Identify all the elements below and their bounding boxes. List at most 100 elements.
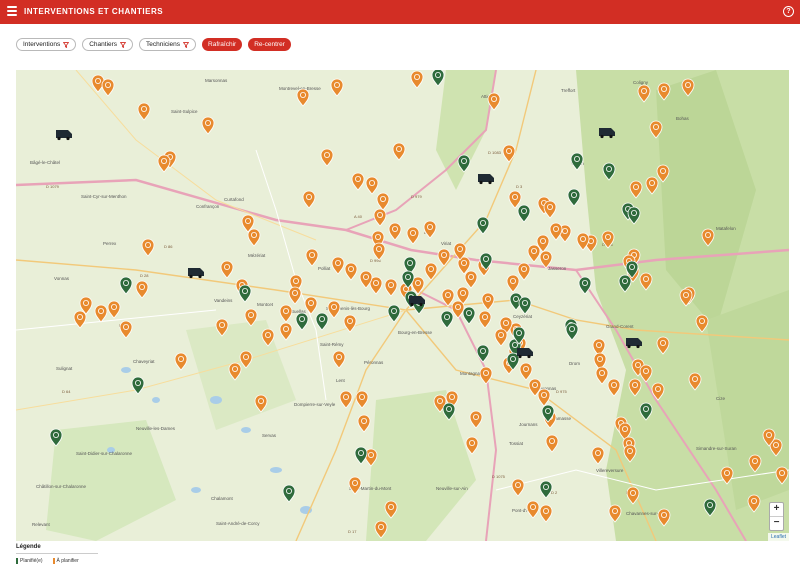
marker-to-plan[interactable] — [73, 310, 87, 329]
marker-to-plan[interactable] — [332, 350, 346, 369]
marker-planned[interactable] — [476, 216, 490, 235]
marker-planned[interactable] — [315, 312, 329, 331]
truck-icon[interactable] — [478, 174, 494, 185]
marker-to-plan[interactable] — [101, 78, 115, 97]
marker-to-plan[interactable] — [135, 280, 149, 299]
marker-planned[interactable] — [119, 276, 133, 295]
marker-to-plan[interactable] — [549, 222, 563, 241]
marker-to-plan[interactable] — [526, 500, 540, 519]
marker-to-plan[interactable] — [388, 222, 402, 241]
marker-to-plan[interactable] — [506, 274, 520, 293]
marker-planned[interactable] — [131, 376, 145, 395]
marker-planned[interactable] — [462, 306, 476, 325]
marker-planned[interactable] — [387, 304, 401, 323]
marker-to-plan[interactable] — [348, 476, 362, 495]
marker-to-plan[interactable] — [591, 446, 605, 465]
marker-planned[interactable] — [282, 484, 296, 503]
marker-to-plan[interactable] — [141, 238, 155, 257]
marker-to-plan[interactable] — [423, 220, 437, 239]
marker-to-plan[interactable] — [305, 248, 319, 267]
marker-planned[interactable] — [354, 446, 368, 465]
truck-icon[interactable] — [188, 268, 204, 279]
marker-to-plan[interactable] — [410, 70, 424, 89]
marker-to-plan[interactable] — [479, 366, 493, 385]
marker-to-plan[interactable] — [296, 88, 310, 107]
marker-to-plan[interactable] — [351, 172, 365, 191]
marker-to-plan[interactable] — [502, 144, 516, 163]
marker-planned[interactable] — [565, 322, 579, 341]
truck-icon[interactable] — [56, 130, 72, 141]
marker-to-plan[interactable] — [539, 504, 553, 523]
marker-to-plan[interactable] — [302, 190, 316, 209]
refresh-button[interactable]: Rafraîchir — [202, 38, 243, 51]
marker-to-plan[interactable] — [355, 390, 369, 409]
marker-to-plan[interactable] — [279, 304, 293, 323]
marker-to-plan[interactable] — [357, 414, 371, 433]
marker-planned[interactable] — [295, 312, 309, 331]
marker-to-plan[interactable] — [327, 300, 341, 319]
marker-to-plan[interactable] — [392, 142, 406, 161]
marker-planned[interactable] — [567, 188, 581, 207]
filter-interventions-button[interactable]: Interventions — [16, 38, 77, 51]
help-icon[interactable]: ? — [783, 6, 794, 17]
marker-to-plan[interactable] — [595, 366, 609, 385]
marker-to-plan[interactable] — [481, 292, 495, 311]
marker-to-plan[interactable] — [174, 352, 188, 371]
marker-to-plan[interactable] — [451, 300, 465, 319]
marker-to-plan[interactable] — [543, 200, 557, 219]
filter-techniciens-button[interactable]: Techniciens — [139, 38, 197, 51]
marker-to-plan[interactable] — [247, 228, 261, 247]
marker-to-plan[interactable] — [519, 362, 533, 381]
map-view[interactable]: Bâgé-le-Châtel Montrevel-en-Bresse Marso… — [16, 70, 789, 541]
recenter-button[interactable]: Re-centrer — [248, 38, 291, 51]
marker-planned[interactable] — [476, 344, 490, 363]
marker-to-plan[interactable] — [320, 148, 334, 167]
marker-to-plan[interactable] — [607, 378, 621, 397]
marker-planned[interactable] — [238, 284, 252, 303]
map-canvas[interactable]: Bâgé-le-Châtel Montrevel-en-Bresse Marso… — [16, 70, 789, 541]
zoom-in-button[interactable]: + — [770, 503, 783, 516]
marker-to-plan[interactable] — [478, 310, 492, 329]
marker-to-plan[interactable] — [494, 328, 508, 347]
marker-to-plan[interactable] — [94, 304, 108, 323]
marker-to-plan[interactable] — [137, 102, 151, 121]
marker-to-plan[interactable] — [465, 436, 479, 455]
marker-planned[interactable] — [570, 152, 584, 171]
marker-to-plan[interactable] — [376, 192, 390, 211]
marker-to-plan[interactable] — [331, 256, 345, 275]
marker-to-plan[interactable] — [384, 278, 398, 297]
marker-to-plan[interactable] — [279, 322, 293, 341]
marker-to-plan[interactable] — [344, 262, 358, 281]
marker-planned[interactable] — [539, 480, 553, 499]
marker-to-plan[interactable] — [339, 390, 353, 409]
marker-to-plan[interactable] — [107, 300, 121, 319]
marker-to-plan[interactable] — [201, 116, 215, 135]
marker-planned[interactable] — [431, 70, 445, 87]
marker-to-plan[interactable] — [517, 262, 531, 281]
truck-icon[interactable] — [517, 348, 533, 359]
filter-chantiers-button[interactable]: Chantiers — [82, 38, 134, 51]
marker-to-plan[interactable] — [527, 244, 541, 263]
marker-planned[interactable] — [440, 310, 454, 329]
marker-to-plan[interactable] — [537, 388, 551, 407]
marker-to-plan[interactable] — [406, 226, 420, 245]
marker-to-plan[interactable] — [304, 296, 318, 315]
zoom-out-button[interactable]: − — [770, 516, 783, 530]
marker-to-plan[interactable] — [365, 176, 379, 195]
marker-to-plan[interactable] — [373, 208, 387, 227]
marker-to-plan[interactable] — [119, 320, 133, 339]
marker-to-plan[interactable] — [288, 286, 302, 305]
marker-to-plan[interactable] — [343, 314, 357, 333]
marker-planned[interactable] — [518, 296, 532, 315]
marker-to-plan[interactable] — [511, 478, 525, 497]
map-attribution[interactable]: Leaflet — [767, 533, 789, 541]
marker-to-plan[interactable] — [469, 410, 483, 429]
marker-to-plan[interactable] — [220, 260, 234, 279]
marker-to-plan[interactable] — [157, 154, 171, 173]
marker-planned[interactable] — [517, 204, 531, 223]
menu-icon[interactable] — [7, 6, 17, 16]
marker-to-plan[interactable] — [464, 270, 478, 289]
marker-to-plan[interactable] — [330, 78, 344, 97]
marker-to-plan[interactable] — [508, 190, 522, 209]
marker-to-plan[interactable] — [545, 434, 559, 453]
